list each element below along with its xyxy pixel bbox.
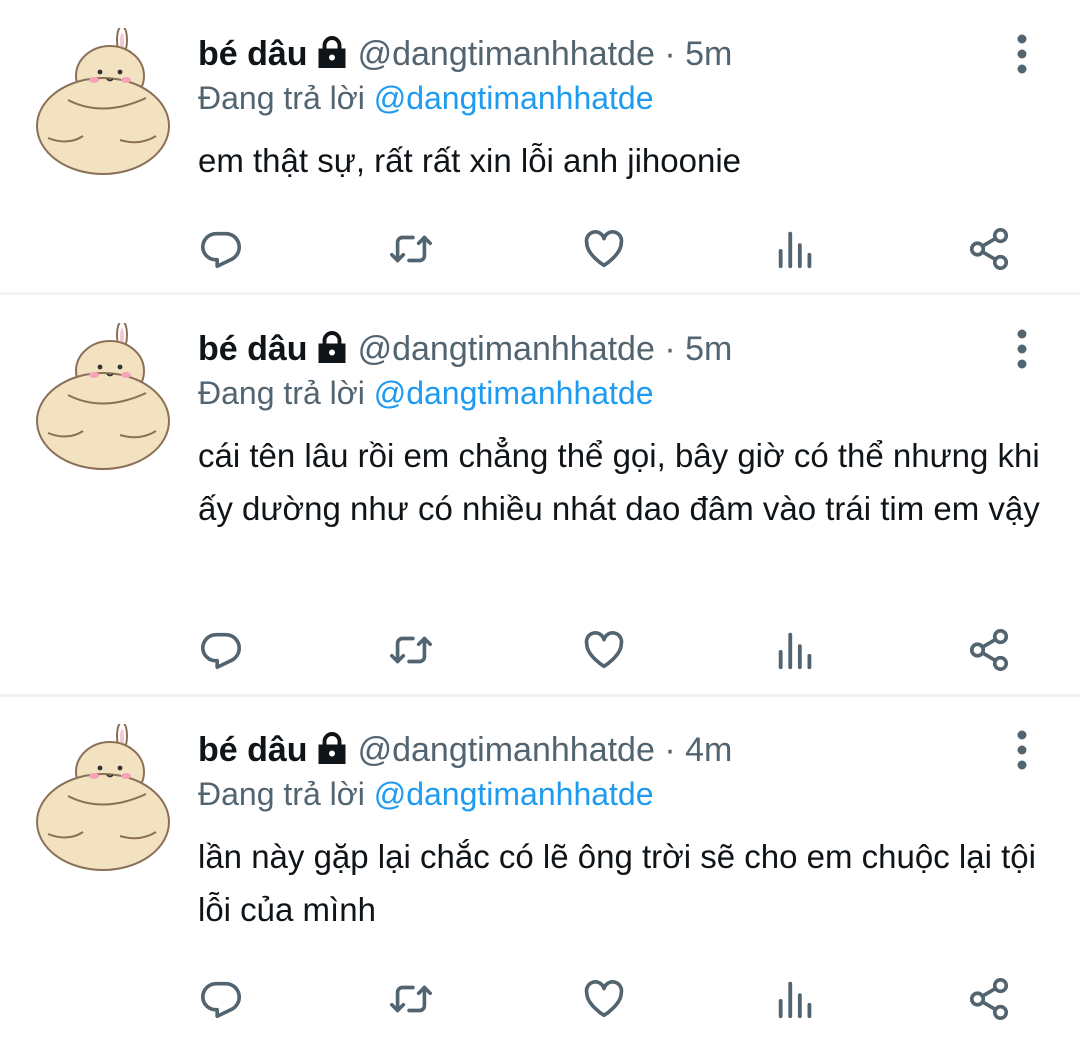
more-button[interactable] [1004,329,1040,369]
tweet-text: cái tên lâu rồi em chẳng thể gọi, bây gi… [198,437,1040,527]
replying-to-handle[interactable]: @dangtimanhhatde [374,80,654,116]
retweet-icon [390,985,432,1013]
divider [0,694,1080,697]
tweet[interactable]: bé dâu @dangtimanhhatde · 5m Đang trả lời… [0,323,1080,693]
more-vertical-icon [1017,329,1027,369]
lock-icon [314,330,350,366]
replying-to-handle[interactable]: @dangtimanhhatde [374,776,654,812]
timestamp[interactable]: 4m [685,731,732,769]
reply-button[interactable] [198,226,244,272]
like-button[interactable] [581,976,627,1022]
views-button[interactable] [773,627,819,673]
reply-icon [200,981,242,1019]
share-button[interactable] [966,627,1012,673]
handle[interactable]: @dangtimanhhatde [358,731,655,769]
views-icon [778,231,812,269]
share-button[interactable] [966,226,1012,272]
bunny-avatar-icon [36,323,170,470]
more-button[interactable] [1004,34,1040,74]
more-vertical-icon [1017,730,1027,770]
lock-icon [314,35,350,71]
tweet-header: bé dâu @dangtimanhhatde · 4m [198,724,732,776]
avatar[interactable] [28,28,178,178]
more-button[interactable] [1004,730,1040,770]
tweet-text: lần này gặp lại chắc có lẽ ông trời sẽ c… [198,838,1036,928]
timestamp[interactable]: 5m [685,330,732,368]
timestamp[interactable]: 5m [685,35,732,73]
views-button[interactable] [773,226,819,272]
retweet-button[interactable] [388,226,434,272]
share-button[interactable] [966,976,1012,1022]
replying-to: Đang trả lời @dangtimanhhatde [198,371,654,415]
lock-icon [314,731,350,767]
bunny-avatar-icon [36,28,170,175]
replying-to-label: Đang trả lời [198,375,365,411]
tweet[interactable]: bé dâu @dangtimanhhatde · 4m Đang trả lời… [0,724,1080,1042]
divider [0,292,1080,295]
more-vertical-icon [1017,34,1027,74]
replying-to-handle[interactable]: @dangtimanhhatde [374,375,654,411]
replying-to: Đang trả lời @dangtimanhhatde [198,76,654,120]
reply-icon [200,632,242,670]
reply-icon [200,231,242,269]
tweet-header: bé dâu @dangtimanhhatde · 5m [198,323,732,375]
reply-button[interactable] [198,976,244,1022]
bunny-avatar-icon [36,724,170,871]
display-name[interactable]: bé dâu [198,35,308,73]
avatar[interactable] [28,323,178,473]
like-button[interactable] [581,627,627,673]
retweet-icon [390,636,432,664]
handle[interactable]: @dangtimanhhatde [358,330,655,368]
separator: · [664,35,676,73]
reply-button[interactable] [198,627,244,673]
views-icon [778,632,812,670]
separator: · [664,731,676,769]
views-icon [778,981,812,1019]
handle[interactable]: @dangtimanhhatde [358,35,655,73]
retweet-button[interactable] [388,627,434,673]
tweet-text: em thật sự, rất rất xin lỗi anh jihoonie [198,142,742,179]
share-icon [969,228,1009,270]
replying-to-label: Đang trả lời [198,80,365,116]
like-button[interactable] [581,226,627,272]
display-name[interactable]: bé dâu [198,731,308,769]
display-name[interactable]: bé dâu [198,330,308,368]
like-icon [584,631,624,669]
avatar[interactable] [28,724,178,874]
like-icon [584,230,624,268]
retweet-button[interactable] [388,976,434,1022]
share-icon [969,978,1009,1020]
views-button[interactable] [773,976,819,1022]
share-icon [969,629,1009,671]
separator: · [664,330,676,368]
tweet-header: bé dâu @dangtimanhhatde · 5m [198,28,732,80]
replying-to: Đang trả lời @dangtimanhhatde [198,772,654,816]
tweet[interactable]: bé dâu @dangtimanhhatde · 5m Đang trả lời… [0,28,1080,290]
retweet-icon [390,235,432,263]
like-icon [584,980,624,1018]
replying-to-label: Đang trả lời [198,776,365,812]
